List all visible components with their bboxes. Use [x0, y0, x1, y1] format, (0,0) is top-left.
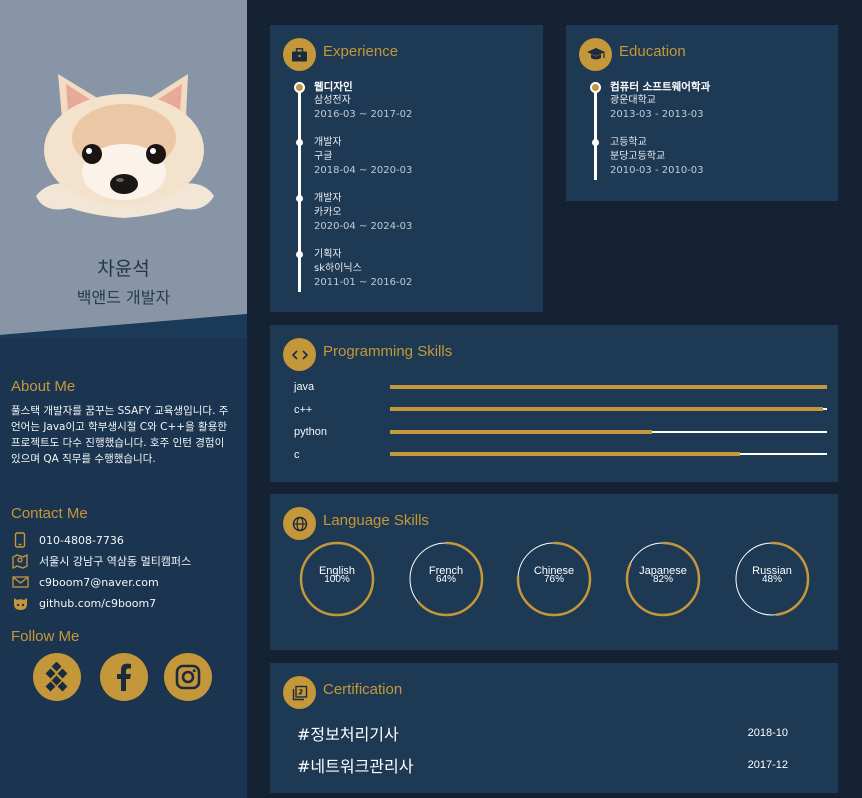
education-timeline: [594, 82, 597, 180]
contact-address[interactable]: 서울시 강남구 역삼동 멀티캠퍼스: [11, 552, 241, 570]
timeline-dot: [296, 195, 303, 202]
language-percent: 82%: [652, 574, 673, 585]
language-ring: English 100%: [299, 541, 375, 617]
experience-item-period: 2020-04 ~ 2024-03: [314, 221, 413, 232]
experience-card: Experience 웹디자인 삼성전자 2016-03 ~ 2017-02 개…: [270, 25, 543, 312]
certification-date: 2017-12: [747, 759, 788, 771]
experience-item-title: 개발자: [314, 137, 342, 148]
skill-label: java: [294, 381, 315, 393]
education-item-period: 2013-03 - 2013-03: [610, 109, 704, 120]
timeline-dot: [592, 139, 599, 146]
skill-bar-fill: [390, 407, 823, 411]
programming-skills-title: Programming Skills: [323, 343, 453, 360]
language-skills-title: Language Skills: [323, 512, 429, 529]
education-title: Education: [619, 43, 686, 60]
skill-track: [390, 385, 827, 389]
experience-item: 개발자 구글 2018-04 ~ 2020-03: [314, 136, 412, 178]
certification-name: #네트워크관리사: [297, 757, 414, 776]
experience-item-title: 기획자: [314, 249, 342, 260]
experience-item-title: 개발자: [314, 193, 342, 204]
experience-item: 기획자 sk하이닉스 2011-01 ~ 2016-02: [314, 248, 412, 290]
skill-track: [390, 430, 827, 434]
education-item: 고등학교 분당고등학교 2010-03 - 2010-03: [610, 136, 704, 178]
phone-icon: [11, 532, 29, 548]
certificate-icon: [283, 676, 316, 709]
experience-title: Experience: [323, 43, 399, 60]
follow-heading: Follow Me: [11, 628, 80, 645]
experience-item-company: 카카오: [314, 207, 342, 218]
profile-role: 백앤드 개발자: [76, 288, 171, 307]
language-ring: French 64%: [408, 541, 484, 617]
experience-item-company: 삼성전자: [314, 95, 351, 106]
blog-icon: [45, 662, 68, 692]
contact-phone[interactable]: 010-4808-7736: [11, 531, 241, 549]
mail-icon: [11, 574, 29, 590]
education-item-school: 광운대학교: [610, 95, 656, 106]
language-percent: 64%: [435, 574, 456, 585]
map-icon: [11, 553, 29, 569]
experience-item-company: sk하이닉스: [314, 263, 362, 274]
certification-date: 2018-10: [747, 727, 788, 739]
education-item-title: 고등학교: [610, 137, 647, 148]
skill-bar-fill: [390, 452, 740, 456]
experience-item-period: 2011-01 ~ 2016-02: [314, 277, 413, 288]
avatar: [36, 74, 214, 218]
experience-item: 개발자 카카오 2020-04 ~ 2024-03: [314, 192, 412, 234]
skill-label: c: [294, 449, 300, 461]
skill-label: python: [294, 426, 328, 438]
experience-timeline: [298, 82, 301, 292]
experience-item-period: 2016-03 ~ 2017-02: [314, 109, 413, 120]
certification-title: Certification: [323, 681, 403, 698]
github-icon: [11, 595, 29, 611]
language-ring: Russian 48%: [734, 541, 810, 617]
language-skills-card: Language Skills English 100% French 64% …: [270, 494, 838, 650]
education-item-school: 분당고등학교: [610, 151, 666, 162]
profile-name: 차윤석: [97, 258, 150, 280]
contact-phone-text: 010-4808-7736: [39, 533, 124, 547]
language-percent: 100%: [324, 574, 350, 585]
education-item-title: 컴퓨터 소프트웨어학과: [610, 81, 711, 93]
timeline-dot: [296, 139, 303, 146]
certification-card: Certification #정보처리기사 2018-10 #네트워크관리사 2…: [270, 663, 838, 793]
education-item: 컴퓨터 소프트웨어학과 광운대학교 2013-03 - 2013-03: [610, 80, 710, 122]
experience-item-title: 웹디자인: [314, 81, 353, 93]
briefcase-icon: [283, 38, 316, 71]
language-ring: Japanese 82%: [625, 541, 701, 617]
instagram-icon: [175, 664, 201, 690]
contact-heading: Contact Me: [11, 505, 88, 522]
facebook-icon: [117, 663, 131, 691]
education-item-period: 2010-03 - 2010-03: [610, 165, 704, 176]
contact-email-text: c9boom7@naver.com: [39, 575, 159, 589]
skill-label: c++: [294, 404, 313, 416]
certification-name: #정보처리기사: [297, 725, 399, 744]
code-icon: [283, 338, 316, 371]
skill-track: [390, 452, 827, 456]
experience-item-company: 구글: [314, 151, 333, 162]
contact-email[interactable]: c9boom7@naver.com: [11, 573, 241, 591]
skill-bar-fill: [390, 430, 653, 434]
about-text: 풀스택 개발자를 꿈꾸는 SSAFY 교육생입니다. 주 언어는 Java이고 …: [11, 405, 229, 465]
timeline-dot: [590, 82, 601, 93]
contact-github[interactable]: github.com/c9boom7: [11, 594, 241, 612]
facebook-button[interactable]: [100, 653, 148, 701]
language-percent: 76%: [543, 574, 564, 585]
contact-address-text: 서울시 강남구 역삼동 멀티캠퍼스: [39, 555, 192, 568]
timeline-dot: [296, 251, 303, 258]
blog-button[interactable]: [33, 653, 81, 701]
sidebar: 차윤석 백앤드 개발자 About Me 풀스택 개발자를 꿈꾸는 SSAFY …: [0, 0, 247, 798]
skill-bar-fill: [390, 385, 827, 389]
experience-item-period: 2018-04 ~ 2020-03: [314, 165, 413, 176]
about-heading: About Me: [11, 378, 76, 395]
timeline-dot: [294, 82, 305, 93]
experience-item: 웹디자인 삼성전자 2016-03 ~ 2017-02: [314, 80, 412, 122]
education-card: Education 컴퓨터 소프트웨어학과 광운대학교 2013-03 - 20…: [566, 25, 838, 201]
globe-icon: [283, 507, 316, 540]
skill-track: [390, 407, 827, 411]
instagram-button[interactable]: [164, 653, 212, 701]
language-ring: Chinese 76%: [516, 541, 592, 617]
contact-github-text: github.com/c9boom7: [39, 596, 157, 610]
graduation-cap-icon: [579, 38, 612, 71]
programming-skills-card: Programming Skills java c++ python c: [270, 325, 838, 482]
language-percent: 48%: [761, 574, 782, 585]
